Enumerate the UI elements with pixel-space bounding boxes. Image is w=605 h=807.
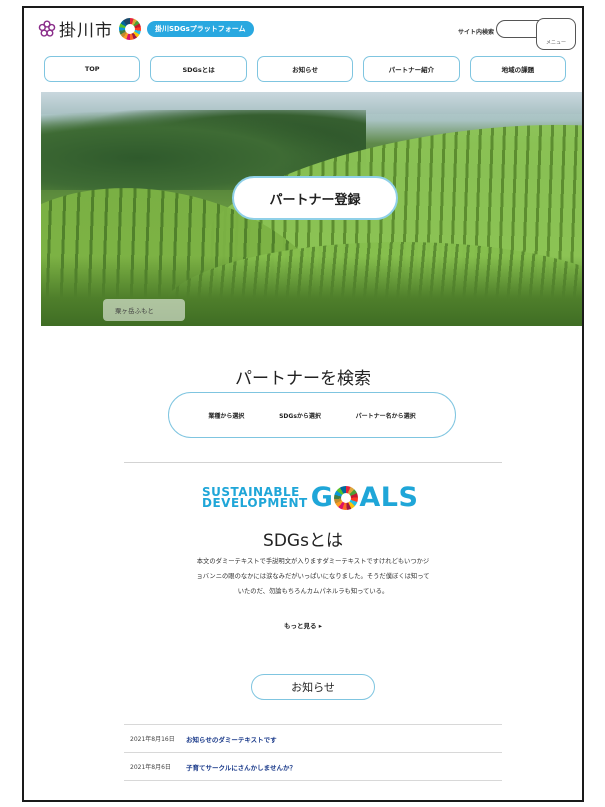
city-name: 掛川市 xyxy=(59,21,113,41)
goals-logo-g: G xyxy=(310,482,334,513)
sdg-wheel-icon xyxy=(334,485,359,510)
news-section-button[interactable]: お知らせ xyxy=(251,674,375,700)
menu-button-label: メニュー xyxy=(545,40,566,46)
news-item[interactable]: 2021年8月16日 お知らせのダミーテキストです xyxy=(124,725,502,753)
sdgs-description-line: 本文のダミーテキストで手説明文が入りますダミーテキストですけれどもいつかジ xyxy=(196,558,430,565)
menu-button[interactable]: メニュー xyxy=(536,18,576,50)
sdgs-description: 本文のダミーテキストで手説明文が入りますダミーテキストですけれどもいつかジ ョバ… xyxy=(128,554,498,599)
sdgs-description-line: ョバンニの眼のなかには涙なみだがいっぱいになりました。そうだ僕ぼくは知って xyxy=(196,573,430,580)
hero-banner: パートナー登録 粟ヶ岳ふもと xyxy=(41,92,582,326)
hero-photo-caption: 粟ヶ岳ふもと xyxy=(103,299,185,321)
goals-logo-big-text: G ALS xyxy=(311,482,419,513)
sdgs-goals-logo: SUSTAINABLE DEVELOPMENT G ALS xyxy=(202,482,418,513)
section-divider xyxy=(124,462,502,463)
platform-badge[interactable]: 掛川SDGsプラットフォーム xyxy=(147,20,254,37)
city-emblem-icon xyxy=(38,19,56,37)
site-logo[interactable]: 掛川市 掛川SDGsプラットフォーム xyxy=(38,16,254,41)
nav-item-news[interactable]: お知らせ xyxy=(256,56,354,82)
nav-item-top[interactable]: TOP xyxy=(44,56,141,82)
news-date: 2021年8月6日 xyxy=(130,764,171,771)
partner-register-button[interactable]: パートナー登録 xyxy=(232,176,398,220)
sdgs-title: SDGsとは xyxy=(263,531,343,551)
nav-item-partners[interactable]: パートナー紹介 xyxy=(363,56,460,82)
news-title[interactable]: お知らせのダミーテキストです xyxy=(186,734,277,744)
site-header: 掛川市 掛川SDGsプラットフォーム サイト内検索 メニュー xyxy=(24,8,582,52)
goals-logo-small-text: SUSTAINABLE DEVELOPMENT xyxy=(202,486,308,510)
nav-item-local-issues[interactable]: 地域の課題 xyxy=(469,56,567,82)
sdgs-more-link[interactable]: もっと見る ▸ xyxy=(24,620,582,630)
search-by-partner-name[interactable]: パートナー名から選択 xyxy=(356,411,416,420)
partner-search-bar: 業種から選択 SDGsから選択 パートナー名から選択 xyxy=(168,392,456,438)
goals-logo-als: ALS xyxy=(359,482,419,513)
site-search-label: サイト内検索 xyxy=(458,29,495,36)
page-frame: 掛川市 掛川SDGsプラットフォーム サイト内検索 メニュー TOP SDGsと… xyxy=(22,6,584,802)
nav-item-about-sdgs[interactable]: SDGsとは xyxy=(150,56,247,82)
search-by-sdgs[interactable]: SDGsから選択 xyxy=(279,411,321,420)
news-title[interactable]: 子育てサークルにさんかしませんか？ xyxy=(186,762,296,772)
sdg-wheel-icon xyxy=(119,17,141,40)
search-by-industry[interactable]: 業種から選択 xyxy=(208,411,244,420)
goals-logo-line-2: DEVELOPMENT xyxy=(202,495,308,510)
global-nav: TOP SDGsとは お知らせ パートナー紹介 地域の課題 xyxy=(44,56,567,82)
partner-search-title: パートナーを検索 xyxy=(235,369,371,389)
sdgs-description-line: いたのだ、勿論もちろんカムパネルラも知っている。 xyxy=(237,588,389,595)
news-item[interactable]: 2021年8月6日 子育てサークルにさんかしませんか？ xyxy=(124,753,502,781)
news-list: 2021年8月16日 お知らせのダミーテキストです 2021年8月6日 子育てサ… xyxy=(124,724,502,781)
news-date: 2021年8月16日 xyxy=(130,736,175,743)
